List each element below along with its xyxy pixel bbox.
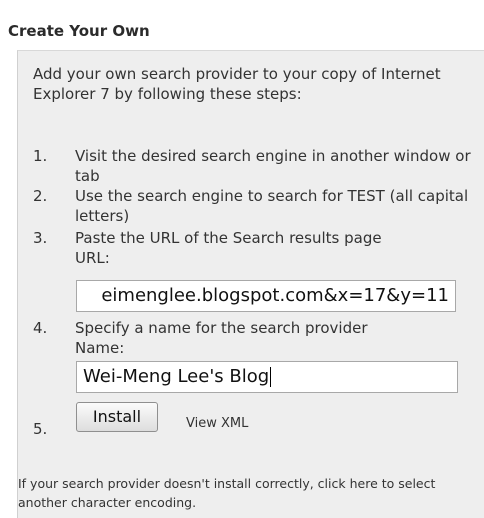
step-text: Specify a name for the search provider — [75, 319, 368, 337]
step-text: Paste the URL of the Search results page — [75, 229, 382, 247]
provider-name-input[interactable]: Wei-Meng Lee's Blog — [76, 361, 458, 393]
search-url-input[interactable]: eimenglee.blogspot.com&x=17&y=11 — [76, 280, 456, 312]
step-number: 5. — [33, 420, 48, 438]
step-number: 3. — [33, 229, 48, 247]
step-number: 2. — [33, 187, 48, 205]
url-label: URL: — [75, 249, 110, 267]
install-button[interactable]: Install — [76, 402, 158, 432]
name-label: Name: — [75, 339, 125, 357]
provider-name-value: Wei-Meng Lee's Blog — [83, 366, 270, 387]
step-text: Visit the desired search engine in anoth… — [75, 147, 471, 185]
view-xml-link[interactable]: View XML — [186, 416, 248, 431]
section-title: Create Your Own — [8, 22, 150, 40]
intro-text: Add your own search provider to your cop… — [33, 65, 441, 103]
section-header: Create Your Own — [0, 0, 484, 50]
encoding-help-text[interactable]: If your search provider doesn't install … — [18, 474, 480, 512]
search-url-value: eimenglee.blogspot.com&x=17&y=11 — [101, 285, 449, 306]
text-caret — [270, 367, 272, 387]
step-number: 1. — [33, 147, 48, 165]
step-number: 4. — [33, 319, 48, 337]
step-text: Use the search engine to search for TEST… — [75, 187, 469, 225]
